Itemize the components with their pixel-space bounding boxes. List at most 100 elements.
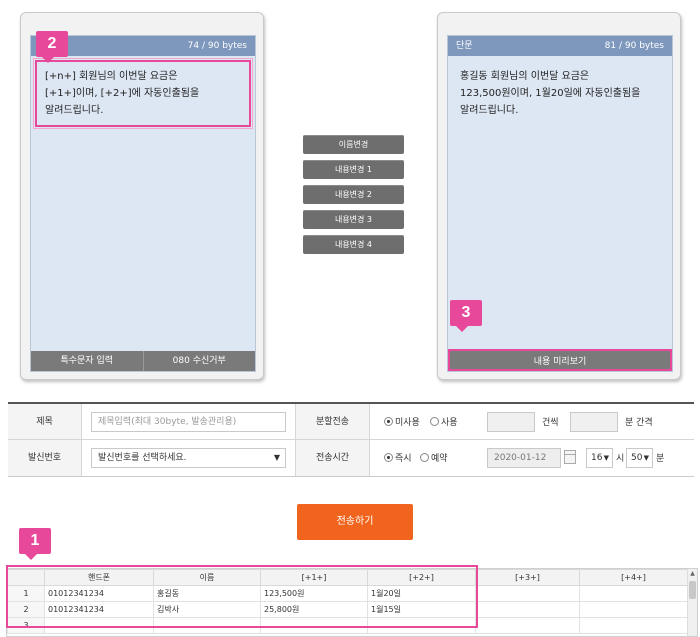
reserve-date-input[interactable]: 2020-01-12: [487, 448, 561, 468]
sender-select-value: 발신번호를 선택하세요.: [98, 453, 187, 463]
change-content-2-button[interactable]: 내용변경 2: [303, 185, 404, 204]
change-content-4-button[interactable]: 내용변경 4: [303, 235, 404, 254]
hour-value: 16: [591, 453, 603, 463]
content-preview-button[interactable]: 내용 미리보기: [448, 349, 672, 371]
column-header[interactable]: 이름: [153, 569, 261, 586]
table-row[interactable]: 1 01012341234 홍길동 123,500원 1월20일: [7, 585, 688, 602]
chevron-down-icon: ▼: [643, 454, 649, 462]
hour-unit-label: 시: [616, 454, 625, 464]
name-cell[interactable]: 홍길동: [153, 585, 261, 602]
var3-cell[interactable]: [475, 617, 580, 634]
message-line: 알려드립니다.: [460, 105, 519, 116]
sender-number-select[interactable]: 발신번호를 선택하세요. ▼: [91, 448, 286, 468]
row-number: 3: [7, 617, 45, 634]
template-message-editor[interactable]: [+n+] 회원님의 이번달 요금은 [+1+]이며, [+2+]에 자동인출됨…: [33, 58, 253, 129]
var3-cell[interactable]: [475, 601, 580, 618]
var4-cell[interactable]: [579, 617, 688, 634]
var4-cell[interactable]: [579, 585, 688, 602]
phone-cell[interactable]: [44, 617, 154, 634]
var2-cell[interactable]: [367, 617, 476, 634]
recipient-table: 핸드폰 이름 [+1+] [+2+] [+3+] [+4+] 1 0101234…: [7, 569, 688, 634]
var1-cell[interactable]: 123,500원: [260, 585, 368, 602]
recipient-grid: 핸드폰 이름 [+1+] [+2+] [+3+] [+4+] 1 0101234…: [6, 568, 698, 637]
template-phone-panel: 74 / 90 bytes [+n+] 회원님의 이번달 요금은 [+1+]이며…: [20, 12, 264, 380]
var1-cell[interactable]: 25,800원: [260, 601, 368, 618]
send-options-form: 제목 제목입력(최대 30byte, 발송관리용) 분할전송 미사용 사용 건씩…: [8, 402, 694, 477]
name-cell[interactable]: 김박사: [153, 601, 261, 618]
row-number: 2: [7, 601, 45, 618]
unsubscribe-080-button[interactable]: 080 수신거부: [143, 351, 255, 371]
column-header[interactable]: [+2+]: [367, 569, 476, 586]
callout-badge-1: 1: [19, 528, 51, 560]
radio-label: 사용: [441, 418, 458, 428]
scroll-up-arrow-icon[interactable]: ▲: [688, 569, 697, 579]
title-input[interactable]: 제목입력(최대 30byte, 발송관리용): [91, 412, 286, 432]
radio-checked-icon: [384, 417, 393, 426]
message-line: [+1+]이며, [+2+]에 자동인출됨을: [45, 88, 200, 99]
radio-checked-icon: [384, 453, 393, 462]
column-header[interactable]: [+3+]: [475, 569, 580, 586]
var2-cell[interactable]: 1월15일: [367, 601, 476, 618]
table-row[interactable]: 2 01012341234 김박사 25,800원 1월15일: [7, 601, 688, 618]
column-header[interactable]: 핸드폰: [44, 569, 154, 586]
sender-label: 발신번호: [8, 440, 82, 476]
var1-cell[interactable]: [260, 617, 368, 634]
split-count-input[interactable]: [487, 412, 535, 432]
callout-badge-2: 2: [36, 31, 68, 63]
column-header[interactable]: [+1+]: [260, 569, 368, 586]
send-button[interactable]: 전송하기: [297, 504, 413, 540]
row-number-header: [7, 569, 45, 586]
var2-cell[interactable]: 1월20일: [367, 585, 476, 602]
callout-badge-3: 3: [450, 300, 482, 332]
interval-unit-label: 분 간격: [625, 418, 653, 428]
radio-label: 즉시: [395, 454, 412, 464]
hour-select[interactable]: 16 ▼: [586, 448, 613, 468]
send-reserve-radio[interactable]: 예약: [420, 451, 448, 464]
template-screen: 74 / 90 bytes [+n+] 회원님의 이번달 요금은 [+1+]이며…: [30, 35, 256, 372]
preview-screen-header: 단문 81 / 90 bytes: [448, 36, 672, 56]
change-content-1-button[interactable]: 내용변경 1: [303, 160, 404, 179]
table-row[interactable]: 3: [7, 617, 688, 634]
chevron-down-icon: ▼: [273, 453, 280, 462]
form-row-sender: 발신번호 발신번호를 선택하세요. ▼ 전송시간 즉시 예약 2020-01-1…: [8, 440, 694, 476]
minute-value: 50: [631, 453, 643, 463]
title-label: 제목: [8, 404, 82, 439]
count-unit-label: 건씩: [542, 418, 559, 428]
scroll-thumb[interactable]: [689, 581, 696, 599]
radio-label: 예약: [431, 454, 448, 464]
grid-scrollbar[interactable]: ▲: [687, 569, 697, 636]
message-line: [+n+] 회원님의 이번달 요금은: [45, 71, 178, 82]
send-now-radio[interactable]: 즉시: [384, 451, 412, 464]
send-time-label: 전송시간: [296, 440, 370, 476]
phone-cell[interactable]: 01012341234: [44, 585, 154, 602]
radio-label: 미사용: [395, 418, 420, 428]
split-unused-radio[interactable]: 미사용: [384, 415, 420, 428]
special-char-button[interactable]: 특수문자 입력: [31, 351, 144, 371]
variable-buttons: 이름변경 내용변경 1 내용변경 2 내용변경 3 내용변경 4: [303, 135, 404, 260]
name-cell[interactable]: [153, 617, 261, 634]
split-use-radio[interactable]: 사용: [430, 415, 458, 428]
change-name-button[interactable]: 이름변경: [303, 135, 404, 154]
calendar-icon[interactable]: [564, 450, 576, 464]
table-header-row: 핸드폰 이름 [+1+] [+2+] [+3+] [+4+]: [7, 569, 688, 586]
split-send-label: 분할전송: [296, 404, 370, 439]
form-row-title: 제목 제목입력(최대 30byte, 발송관리용) 분할전송 미사용 사용 건씩…: [8, 404, 694, 440]
message-line: 알려드립니다.: [45, 105, 104, 116]
preview-message: 홍길동 회원님의 이번달 요금은 123,500원이며, 1월20일에 자동인출…: [448, 64, 672, 123]
phone-footer: 특수문자 입력 080 수신거부: [31, 351, 255, 371]
minute-unit-label: 분: [656, 454, 665, 464]
phone-cell[interactable]: 01012341234: [44, 601, 154, 618]
change-content-3-button[interactable]: 내용변경 3: [303, 210, 404, 229]
column-header[interactable]: [+4+]: [579, 569, 688, 586]
byte-counter: 74 / 90 bytes: [187, 41, 247, 51]
row-number: 1: [7, 585, 45, 602]
split-interval-input[interactable]: [570, 412, 618, 432]
radio-unchecked-icon: [420, 453, 429, 462]
message-line: 홍길동 회원님의 이번달 요금은: [460, 71, 590, 82]
message-line: 123,500원이며, 1월20일에 자동인출됨을: [460, 88, 641, 99]
minute-select[interactable]: 50 ▼: [626, 448, 653, 468]
var3-cell[interactable]: [475, 585, 580, 602]
var4-cell[interactable]: [579, 601, 688, 618]
message-type-label: 단문: [456, 41, 473, 51]
chevron-down-icon: ▼: [603, 454, 609, 462]
